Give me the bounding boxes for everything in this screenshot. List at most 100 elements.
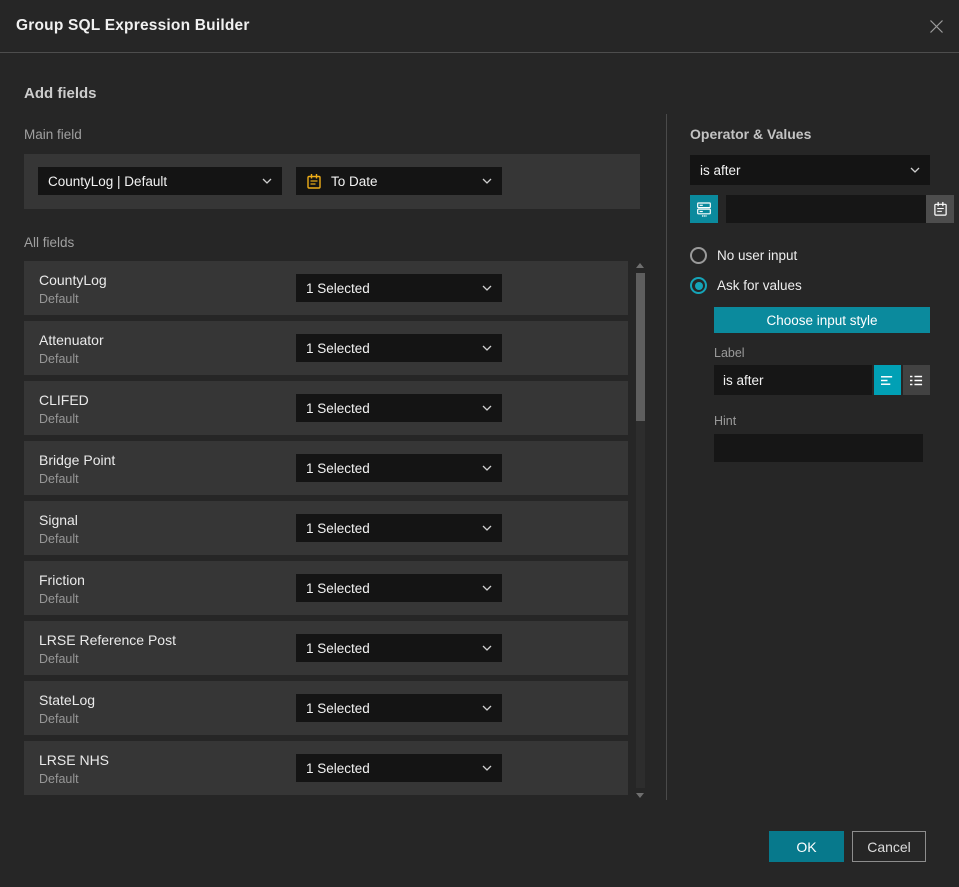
field-row: Signal Default 1 Selected bbox=[24, 501, 628, 555]
chevron-down-icon bbox=[910, 167, 920, 173]
field-subtitle: Default bbox=[39, 652, 79, 666]
date-picker-button[interactable] bbox=[926, 195, 954, 223]
field-name: Friction bbox=[39, 572, 85, 588]
main-field-panel: CountyLog | Default To Date bbox=[24, 154, 640, 209]
field-name: Attenuator bbox=[39, 332, 104, 348]
bullet-list-icon bbox=[909, 374, 924, 387]
field-selection-value: 1 Selected bbox=[306, 760, 370, 776]
chevron-down-icon bbox=[482, 465, 492, 471]
dialog-header: Group SQL Expression Builder bbox=[0, 0, 959, 53]
operator-values-title: Operator & Values bbox=[690, 126, 812, 142]
close-icon bbox=[927, 17, 946, 36]
chevron-down-icon bbox=[482, 705, 492, 711]
date-type-dropdown[interactable]: To Date bbox=[296, 167, 502, 195]
field-name: LRSE NHS bbox=[39, 752, 110, 768]
label-input[interactable] bbox=[714, 365, 872, 395]
chevron-down-icon bbox=[482, 405, 492, 411]
dialog-title: Group SQL Expression Builder bbox=[16, 17, 250, 34]
date-type-dropdown-value: To Date bbox=[331, 173, 378, 189]
field-name: Signal bbox=[39, 512, 78, 528]
field-selection-value: 1 Selected bbox=[306, 400, 370, 416]
chevron-down-icon bbox=[262, 178, 272, 184]
radio-no-user-input[interactable]: No user input bbox=[690, 247, 954, 264]
radio-ask-for-values[interactable]: Ask for values bbox=[690, 277, 954, 294]
field-row: Friction Default 1 Selected bbox=[24, 561, 628, 615]
field-subtitle: Default bbox=[39, 412, 79, 426]
cancel-button[interactable]: Cancel bbox=[852, 831, 926, 862]
field-name: CountyLog bbox=[39, 272, 107, 288]
field-row: CountyLog Default 1 Selected bbox=[24, 261, 628, 315]
scrollbar-up-arrow[interactable] bbox=[636, 263, 644, 268]
field-subtitle: Default bbox=[39, 532, 79, 546]
chevron-down-icon bbox=[482, 585, 492, 591]
radio-ask-for-values-label: Ask for values bbox=[717, 278, 802, 293]
chevron-down-icon bbox=[482, 525, 492, 531]
add-fields-title: Add fields bbox=[24, 85, 97, 102]
hint-input[interactable] bbox=[714, 434, 923, 462]
field-selection-dropdown[interactable]: 1 Selected bbox=[296, 694, 502, 722]
value-input-wrap bbox=[726, 195, 954, 223]
field-subtitle: Default bbox=[39, 292, 79, 306]
field-selection-value: 1 Selected bbox=[306, 340, 370, 356]
scrollbar-down-arrow[interactable] bbox=[636, 793, 644, 798]
field-selection-value: 1 Selected bbox=[306, 460, 370, 476]
unique-values-button[interactable] bbox=[690, 195, 718, 223]
list-input-style-button[interactable] bbox=[903, 365, 930, 395]
field-row: Bridge Point Default 1 Selected bbox=[24, 441, 628, 495]
chevron-down-icon bbox=[482, 345, 492, 351]
radio-unchecked-icon bbox=[690, 247, 707, 264]
field-selection-dropdown[interactable]: 1 Selected bbox=[296, 454, 502, 482]
all-fields-list: CountyLog Default 1 Selected Attenuator … bbox=[24, 261, 628, 801]
user-input-radio-group: No user input Ask for values bbox=[690, 247, 954, 294]
operator-values-panel: Operator & Values is after No user input… bbox=[666, 114, 954, 800]
radio-no-user-input-label: No user input bbox=[717, 248, 798, 263]
field-selection-dropdown[interactable]: 1 Selected bbox=[296, 394, 502, 422]
field-selection-dropdown[interactable]: 1 Selected bbox=[296, 574, 502, 602]
field-subtitle: Default bbox=[39, 592, 79, 606]
list-scrollbar[interactable] bbox=[633, 261, 648, 800]
field-subtitle: Default bbox=[39, 352, 79, 366]
value-input[interactable] bbox=[726, 195, 926, 223]
calendar-icon bbox=[933, 201, 948, 217]
chevron-down-icon bbox=[482, 285, 492, 291]
field-selection-dropdown[interactable]: 1 Selected bbox=[296, 334, 502, 362]
close-button[interactable] bbox=[926, 16, 946, 36]
field-row: LRSE NHS Default 1 Selected bbox=[24, 741, 628, 795]
field-selection-value: 1 Selected bbox=[306, 700, 370, 716]
field-selection-value: 1 Selected bbox=[306, 580, 370, 596]
list-values-icon bbox=[696, 201, 712, 217]
field-selection-dropdown[interactable]: 1 Selected bbox=[296, 514, 502, 542]
field-row: LRSE Reference Post Default 1 Selected bbox=[24, 621, 628, 675]
main-field-dropdown[interactable]: CountyLog | Default bbox=[38, 167, 282, 195]
calendar-date-icon bbox=[306, 173, 322, 190]
field-name: StateLog bbox=[39, 692, 96, 708]
field-selection-value: 1 Selected bbox=[306, 520, 370, 536]
field-row: StateLog Default 1 Selected bbox=[24, 681, 628, 735]
chevron-down-icon bbox=[482, 645, 492, 651]
field-name: LRSE Reference Post bbox=[39, 632, 176, 648]
field-name: Bridge Point bbox=[39, 452, 116, 468]
label-row bbox=[714, 365, 930, 395]
field-selection-value: 1 Selected bbox=[306, 640, 370, 656]
field-selection-dropdown[interactable]: 1 Selected bbox=[296, 634, 502, 662]
align-left-icon bbox=[880, 374, 895, 387]
field-selection-dropdown[interactable]: 1 Selected bbox=[296, 754, 502, 782]
single-input-style-button[interactable] bbox=[874, 365, 901, 395]
field-subtitle: Default bbox=[39, 472, 79, 486]
ok-button[interactable]: OK bbox=[769, 831, 844, 862]
ask-values-options: Choose input style Label is after Hint bbox=[714, 307, 930, 462]
group-sql-expression-builder-dialog: Group SQL Expression Builder Add fields … bbox=[0, 0, 959, 887]
chevron-down-icon bbox=[482, 765, 492, 771]
scrollbar-thumb[interactable] bbox=[636, 273, 645, 421]
choose-input-style-button[interactable]: Choose input style bbox=[714, 307, 930, 333]
operator-dropdown[interactable]: is after bbox=[690, 155, 930, 185]
field-name: CLIFED bbox=[39, 392, 89, 408]
chevron-down-icon bbox=[482, 178, 492, 184]
field-subtitle: Default bbox=[39, 772, 79, 786]
radio-checked-icon bbox=[690, 277, 707, 294]
field-selection-dropdown[interactable]: 1 Selected bbox=[296, 274, 502, 302]
all-fields-label: All fields bbox=[24, 235, 75, 250]
main-field-dropdown-value: CountyLog | Default bbox=[48, 173, 168, 189]
label-label: Label bbox=[714, 346, 745, 360]
value-row bbox=[690, 195, 954, 223]
